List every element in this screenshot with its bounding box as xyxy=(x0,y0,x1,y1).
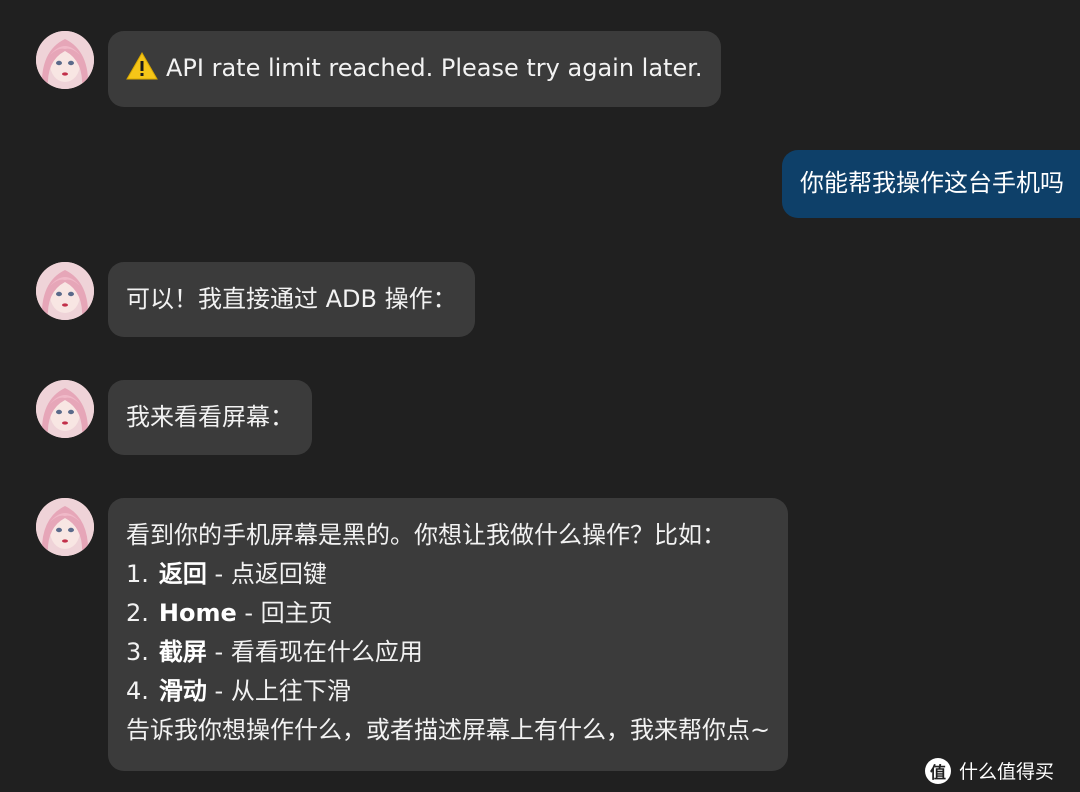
message-text: 你能帮我操作这台手机吗 xyxy=(800,169,1064,197)
warning-icon xyxy=(126,51,158,92)
chat-window: API rate limit reached. Please try again… xyxy=(0,0,1080,792)
assistant-message-bubble: 我来看看屏幕： xyxy=(108,380,312,455)
assistant-avatar[interactable] xyxy=(36,498,94,556)
list-item: 1. 返回 - 点返回键 xyxy=(126,560,327,588)
watermark-text: 什么值得买 xyxy=(958,761,1054,783)
avatar-portrait-icon xyxy=(36,498,94,556)
watermark-logo-icon: 值 xyxy=(924,757,951,784)
assistant-avatar[interactable] xyxy=(36,31,94,89)
list-item: 2. Home - 回主页 xyxy=(126,599,333,627)
assistant-avatar[interactable] xyxy=(36,262,94,320)
message-text: 我来看看屏幕： xyxy=(126,403,294,431)
list-item: 4. 滑动 - 从上往下滑 xyxy=(126,677,351,705)
message-text: API rate limit reached. Please try again… xyxy=(166,54,703,82)
assistant-message-bubble: API rate limit reached. Please try again… xyxy=(108,31,721,107)
user-message-bubble: 你能帮我操作这台手机吗 xyxy=(782,150,1080,218)
message-intro: 看到你的手机屏幕是黑的。你想让我做什么操作？比如： xyxy=(126,521,726,549)
message-outro: 告诉我你想操作什么，或者描述屏幕上有什么，我来帮你点~ xyxy=(126,716,771,744)
assistant-avatar[interactable] xyxy=(36,380,94,438)
avatar-portrait-icon xyxy=(36,262,94,320)
avatar-portrait-icon xyxy=(36,380,94,438)
list-item: 3. 截屏 - 看看现在什么应用 xyxy=(126,638,423,666)
avatar-portrait-icon xyxy=(36,31,94,89)
site-watermark: 值 什么值得买 xyxy=(924,757,1054,784)
message-text: 可以！我直接通过 ADB 操作： xyxy=(126,285,457,313)
assistant-message-bubble: 看到你的手机屏幕是黑的。你想让我做什么操作？比如： 1. 返回 - 点返回键 2.… xyxy=(108,498,789,771)
assistant-message-bubble: 可以！我直接通过 ADB 操作： xyxy=(108,262,475,337)
